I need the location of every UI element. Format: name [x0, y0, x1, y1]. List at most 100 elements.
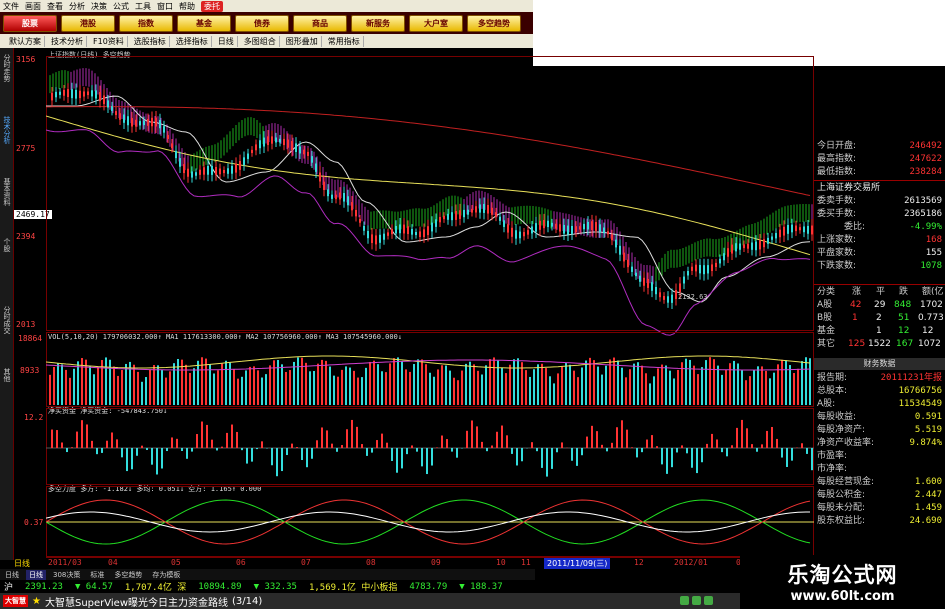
- candle-body: [447, 213, 449, 220]
- netcap-bar: [241, 448, 243, 451]
- ticker-sh-amount: 1,707.4亿 深: [124, 583, 187, 593]
- volume-bar: [489, 359, 491, 405]
- toolbar-default-scheme[interactable]: 默认方案: [6, 35, 45, 47]
- toolbar-select-indicator[interactable]: 选择指标: [173, 35, 212, 47]
- nav-fund-button[interactable]: 基金: [177, 14, 231, 32]
- candle-body: [479, 204, 481, 213]
- menu-item-tools[interactable]: 工具: [135, 1, 151, 12]
- order-row: 上涨家数: 168: [817, 235, 942, 245]
- tab-save-template[interactable]: 存为模板: [149, 570, 183, 580]
- volume-bar: [93, 374, 95, 405]
- menu-item-help[interactable]: 帮助: [179, 1, 195, 12]
- menu-item-decision[interactable]: 决策: [91, 1, 107, 12]
- menu-item-view[interactable]: 查看: [47, 1, 63, 12]
- menu-item-formula[interactable]: 公式: [113, 1, 129, 12]
- volume-bar: [665, 365, 667, 405]
- menu-item-file[interactable]: 文件: [3, 1, 19, 12]
- finance-row: 净资产收益率: 9.874%: [817, 438, 942, 448]
- nav-hk-button[interactable]: 港股: [61, 14, 115, 32]
- netcap-bar: [756, 448, 758, 452]
- nav-commodity-button[interactable]: 商品: [293, 14, 347, 32]
- netcap-bar: [421, 448, 423, 467]
- volume-bar: [69, 377, 71, 405]
- netcap-bar: [586, 436, 588, 448]
- volume-bar: [469, 361, 471, 405]
- toolbar-period[interactable]: 日线: [215, 35, 238, 47]
- volume-pane: [46, 332, 814, 407]
- volume-bar: [245, 370, 247, 405]
- netcap-bar: [731, 445, 733, 448]
- nav-bond-button[interactable]: 债券: [235, 14, 289, 32]
- volume-bar: [565, 363, 567, 405]
- chart-canvas[interactable]: [46, 56, 814, 557]
- toolbar-stock-picker[interactable]: 选股指标: [131, 35, 170, 47]
- price-axis-label: 3156: [16, 55, 36, 64]
- news-message[interactable]: 大智慧SuperView曝光今日主力资金路线: [45, 594, 228, 609]
- candle-body: [147, 118, 149, 126]
- netcap-bar: [811, 448, 813, 471]
- tab-308[interactable]: 308决策: [50, 570, 83, 580]
- app-logo[interactable]: 大智慧: [3, 595, 28, 607]
- candle-body: [331, 194, 333, 199]
- netcap-bar: [136, 448, 138, 456]
- sidebar-tab-fundamentals[interactable]: 基本资料: [1, 178, 12, 206]
- sidebar-tab-ticks[interactable]: 分时成交: [1, 306, 12, 334]
- sidebar-tab-technical[interactable]: 技术分析: [1, 116, 12, 144]
- candle-body: [55, 91, 57, 98]
- netcap-bar: [391, 448, 393, 461]
- volume-bar: [121, 370, 123, 405]
- netcap-bar: [126, 448, 128, 472]
- candle-body: [87, 91, 89, 96]
- menu-item-analysis[interactable]: 分析: [69, 1, 85, 12]
- tab-standard[interactable]: 标准: [87, 570, 107, 580]
- netcap-bar: [271, 448, 273, 466]
- tab-daily[interactable]: 日线: [26, 569, 46, 580]
- nav-trend-button[interactable]: 多空趋势: [467, 14, 521, 32]
- volume-bar: [553, 383, 555, 405]
- netcap-bar: [726, 448, 728, 457]
- volume-bar: [237, 378, 239, 405]
- menu-item-window[interactable]: 窗口: [157, 1, 173, 12]
- volume-bar: [689, 359, 691, 405]
- volume-bar: [425, 364, 427, 405]
- tab-trend[interactable]: 多空趋势: [111, 570, 145, 580]
- sidebar-tab-stock[interactable]: 个股: [1, 238, 12, 252]
- candle-body: [211, 165, 213, 175]
- volume-bar: [257, 370, 259, 405]
- volume-bar: [773, 372, 775, 405]
- x-tick: 10: [496, 558, 506, 567]
- trade-badge[interactable]: 委托: [201, 0, 223, 12]
- volume-bar: [509, 364, 511, 405]
- toolbar-f10[interactable]: F10资料: [90, 35, 128, 47]
- netcap-bar: [711, 433, 713, 448]
- candle-body: [439, 216, 441, 223]
- candle-body: [655, 286, 657, 295]
- sidebar-tab-intraday[interactable]: 分时走势: [1, 54, 12, 82]
- tab-period[interactable]: 日线: [2, 570, 22, 580]
- volume-bar: [73, 368, 75, 405]
- netcap-bar: [166, 448, 168, 452]
- network-icon[interactable]: [680, 596, 689, 605]
- nav-newservice-button[interactable]: 新服务: [351, 14, 405, 32]
- netcap-bar: [716, 439, 718, 448]
- volume-bar: [697, 374, 699, 405]
- volume-bar: [749, 376, 751, 405]
- sidebar-tab-other[interactable]: 其他: [1, 368, 12, 382]
- volume-bar: [341, 369, 343, 405]
- toolbar-common-indicators[interactable]: 常用指标: [325, 35, 364, 47]
- netcap-bar: [571, 448, 573, 461]
- sound-icon[interactable]: [692, 596, 701, 605]
- toolbar-overlay[interactable]: 图形叠加: [283, 35, 322, 47]
- nav-vip-button[interactable]: 大户室: [409, 14, 463, 32]
- candle-body: [515, 230, 517, 239]
- volume-bar: [389, 363, 391, 405]
- menu-item-screen[interactable]: 画面: [25, 1, 41, 12]
- toolbar-multi-chart[interactable]: 多图组合: [241, 35, 280, 47]
- volume-bar: [629, 369, 631, 405]
- finance-title[interactable]: 财务数据: [814, 358, 945, 370]
- order-row: 委卖手数: 2613569: [817, 196, 942, 206]
- settings-icon[interactable]: [704, 596, 713, 605]
- toolbar-tech-analysis[interactable]: 技术分析: [48, 35, 87, 47]
- nav-index-button[interactable]: 指数: [119, 14, 173, 32]
- nav-stocks-button[interactable]: 股票: [3, 14, 57, 32]
